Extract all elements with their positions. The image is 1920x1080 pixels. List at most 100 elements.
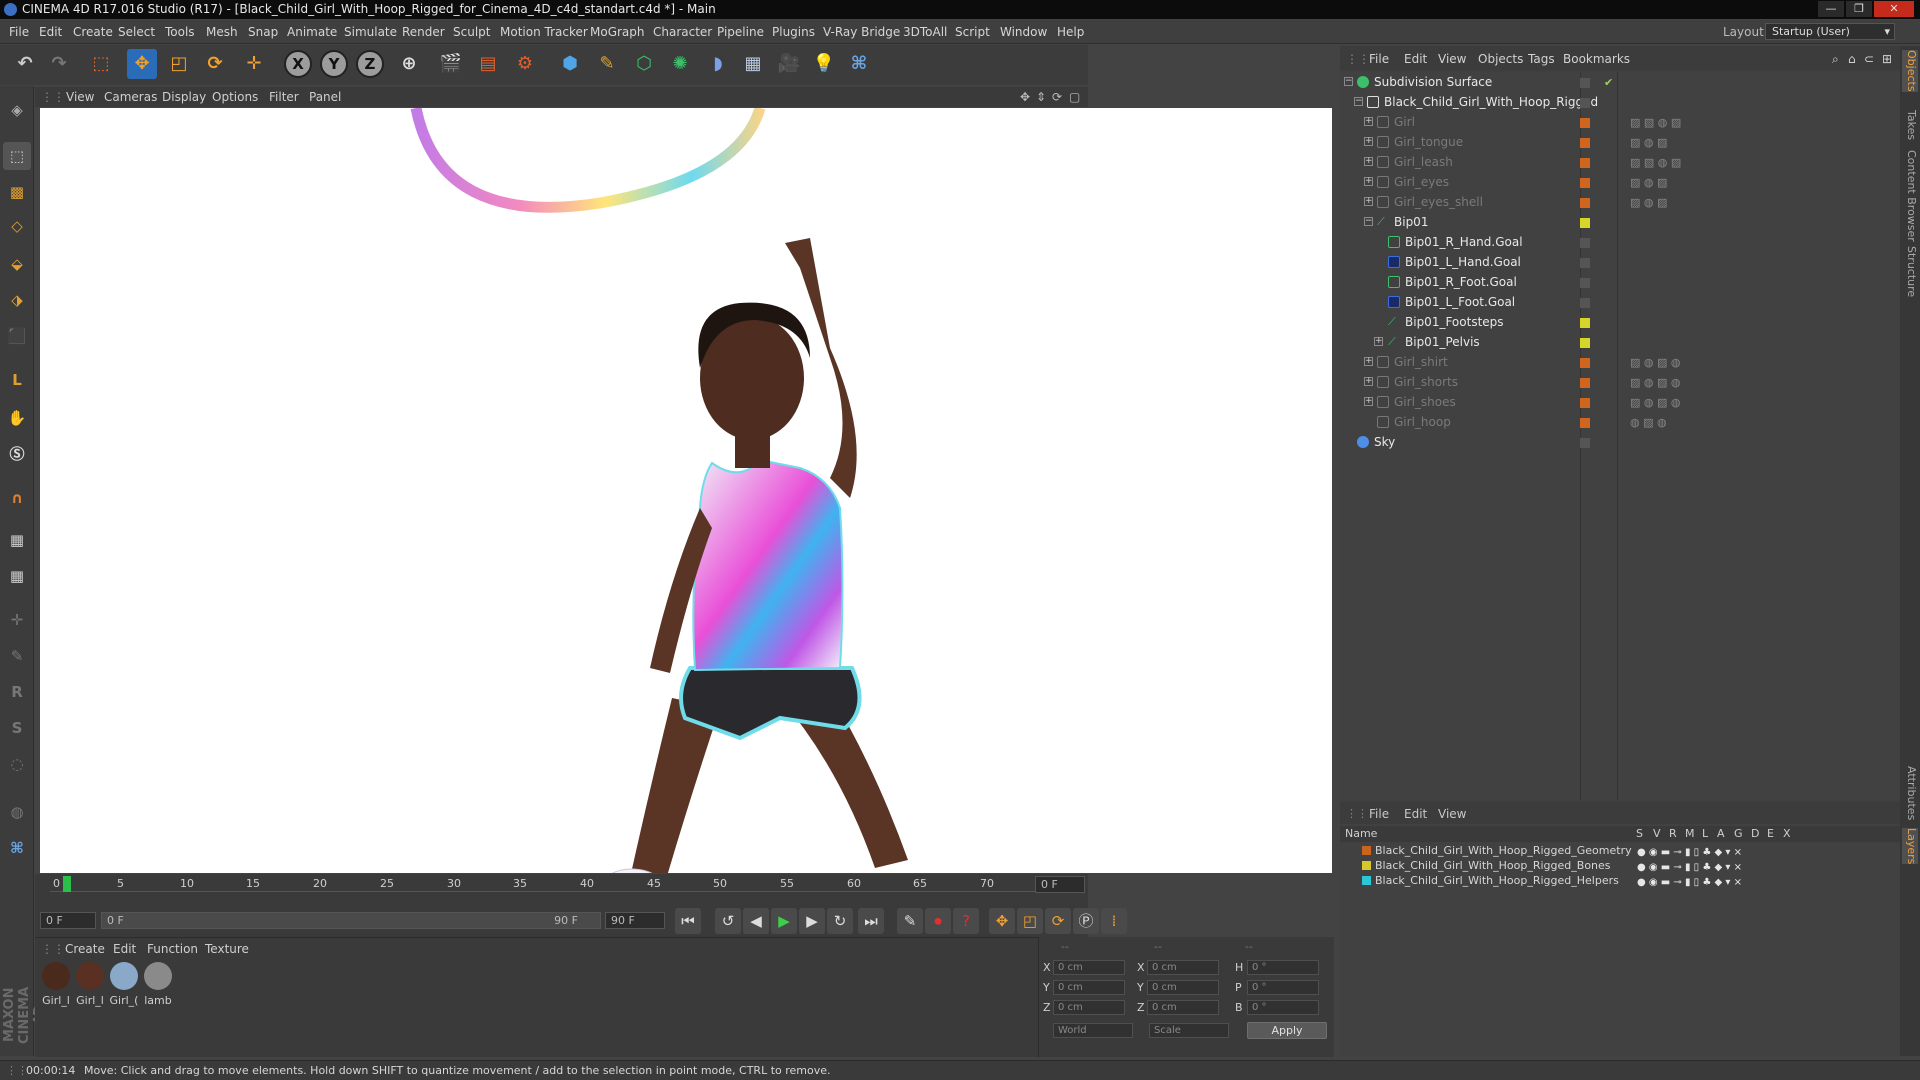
- tweak-mode-icon[interactable]: ✋: [3, 404, 31, 432]
- menu-select[interactable]: Select: [118, 25, 155, 39]
- expand-icon[interactable]: +: [1364, 197, 1373, 206]
- layer-row-helpers[interactable]: Black_Child_Girl_With_Hoop_Rigged_Helper…: [1340, 873, 1900, 888]
- size-x-field[interactable]: 0 cm: [1147, 960, 1219, 975]
- next-key-icon[interactable]: ↻: [827, 908, 853, 934]
- floor-icon[interactable]: ▦: [738, 49, 768, 79]
- tab-objects[interactable]: Objects: [1902, 50, 1918, 92]
- menu-script[interactable]: Script: [955, 25, 990, 39]
- array-icon[interactable]: ✺: [665, 49, 695, 79]
- layer-menu-view[interactable]: View: [1438, 807, 1466, 821]
- key-position-icon[interactable]: ✥: [989, 908, 1015, 934]
- autokey-icon[interactable]: ⏺: [925, 908, 951, 934]
- viewport-menu-panel[interactable]: Panel: [309, 90, 341, 104]
- pinch-tool-icon[interactable]: ◍: [3, 798, 31, 826]
- key-rotation-icon[interactable]: ⟳: [1045, 908, 1071, 934]
- z-axis-icon[interactable]: Z: [356, 50, 384, 78]
- object-row-girl-eyes[interactable]: + Girl_eyes ▨ ◍ ▨: [1340, 172, 1900, 192]
- material-swatch[interactable]: [42, 962, 70, 990]
- viewport-menu-view[interactable]: View: [66, 90, 94, 104]
- material-menu-edit[interactable]: Edit: [113, 942, 136, 956]
- om-menu-view[interactable]: View: [1438, 52, 1466, 66]
- object-row-sky[interactable]: Sky: [1340, 432, 1900, 452]
- record-keys-icon[interactable]: ✎: [897, 908, 923, 934]
- python-script-icon[interactable]: ⌘: [3, 834, 31, 862]
- viewport-menu-filter[interactable]: Filter: [269, 90, 299, 104]
- model-mode-icon[interactable]: ⬚: [3, 142, 31, 170]
- home-icon[interactable]: ⌂: [1848, 52, 1856, 66]
- material-swatch[interactable]: [110, 962, 138, 990]
- viewport-rotate-icon[interactable]: ⟳: [1052, 90, 1062, 104]
- scale-icon[interactable]: ◰: [164, 49, 194, 79]
- playhead-marker[interactable]: [63, 876, 71, 892]
- relax-tool-icon[interactable]: R: [3, 678, 31, 706]
- key-scale-icon[interactable]: ◰: [1017, 908, 1043, 934]
- inflate-tool-icon[interactable]: ◌: [3, 750, 31, 778]
- goto-end-icon[interactable]: ⏭: [858, 908, 884, 934]
- expand-icon[interactable]: +: [1364, 137, 1373, 146]
- tab-structure[interactable]: Structure: [1902, 246, 1918, 297]
- material-tags-icon[interactable]: ◍ ▨ ◍: [1630, 416, 1667, 429]
- menu-3dtoall[interactable]: 3DToAll: [903, 25, 947, 39]
- layer-flags-icon[interactable]: ● ◉ ▬ ⊸ ▮ ▯ ♣ ◆ ▾ ⨯: [1637, 875, 1742, 890]
- light-icon[interactable]: 💡: [809, 49, 839, 79]
- texture-mode-icon[interactable]: ▩: [3, 178, 31, 206]
- keyframe-selection-icon[interactable]: ?: [953, 908, 979, 934]
- minimize-button[interactable]: —: [1818, 1, 1844, 17]
- viewport-maximize-icon[interactable]: ▢: [1069, 90, 1080, 104]
- x-axis-icon[interactable]: X: [284, 50, 312, 78]
- smooth-tool-icon[interactable]: S: [3, 714, 31, 742]
- make-editable-icon[interactable]: ◈: [3, 96, 31, 124]
- pen-icon[interactable]: ✎: [592, 49, 622, 79]
- close-button[interactable]: ✕: [1874, 1, 1914, 17]
- object-row-girl-shirt[interactable]: + Girl_shirt ▨ ◍ ▨ ◍: [1340, 352, 1900, 372]
- menu-sculpt[interactable]: Sculpt: [453, 25, 490, 39]
- brush-tool-icon[interactable]: ✎: [3, 642, 31, 670]
- expand-icon[interactable]: +: [1364, 377, 1373, 386]
- material-swatch[interactable]: [144, 962, 172, 990]
- key-pla-icon[interactable]: ⁞: [1101, 908, 1127, 934]
- viewport-menu-cameras[interactable]: Cameras: [104, 90, 157, 104]
- object-row-girl-tongue[interactable]: + Girl_tongue ▨ ◍ ▨: [1340, 132, 1900, 152]
- menu-simulate[interactable]: Simulate: [344, 25, 397, 39]
- material-tags-icon[interactable]: ▨ ◍ ▨: [1630, 196, 1667, 209]
- snap-icon[interactable]: Ⓢ: [3, 440, 31, 468]
- previous-frame-icon[interactable]: ◀: [743, 908, 769, 934]
- menu-mograph[interactable]: MoGraph: [590, 25, 645, 39]
- menu-snap[interactable]: Snap: [248, 25, 278, 39]
- layer-row-bones[interactable]: Black_Child_Girl_With_Hoop_Rigged_Bones …: [1340, 858, 1900, 873]
- material-swatch[interactable]: [76, 962, 104, 990]
- material-menu-function[interactable]: Function: [147, 942, 198, 956]
- viewport-pan-icon[interactable]: ✥: [1020, 90, 1030, 104]
- enabled-check-icon[interactable]: ✔: [1604, 76, 1613, 89]
- object-row-bip01[interactable]: − ⟋ Bip01: [1340, 212, 1900, 232]
- tab-attributes[interactable]: Attributes: [1902, 766, 1918, 820]
- material-menu-create[interactable]: Create: [65, 942, 105, 956]
- object-row-bip01-pelvis[interactable]: + ⟋ Bip01_Pelvis: [1340, 332, 1900, 352]
- position-x-field[interactable]: 0 cm: [1053, 960, 1125, 975]
- layer-menu-file[interactable]: File: [1369, 807, 1389, 821]
- collapse-icon[interactable]: −: [1344, 77, 1353, 86]
- transform-mode-dropdown[interactable]: Scale: [1149, 1023, 1229, 1038]
- om-menu-tags[interactable]: Tags: [1528, 52, 1555, 66]
- menu-vray-bridge[interactable]: V-Ray Bridge: [823, 25, 900, 39]
- y-axis-icon[interactable]: Y: [320, 50, 348, 78]
- end-frame-field[interactable]: 90 F: [605, 912, 665, 929]
- expand-icon[interactable]: +: [1364, 177, 1373, 186]
- expand-icon[interactable]: +: [1364, 397, 1373, 406]
- new-window-icon[interactable]: ⊞: [1882, 52, 1892, 66]
- points-mode-icon[interactable]: ⬙: [3, 250, 31, 278]
- search-icon[interactable]: ⌕: [1832, 52, 1839, 67]
- menu-mesh[interactable]: Mesh: [206, 25, 238, 39]
- object-row-girl-leash[interactable]: + Girl_leash ▨ ▧ ◍ ▨: [1340, 152, 1900, 172]
- collapse-icon[interactable]: −: [1354, 97, 1363, 106]
- viewport-zoom-icon[interactable]: ⇕: [1036, 90, 1046, 104]
- key-parameter-icon[interactable]: Ⓟ: [1073, 908, 1099, 934]
- recent-tools-icon[interactable]: ✛: [239, 49, 269, 79]
- undo-icon[interactable]: ↶: [10, 49, 40, 79]
- layout-dropdown[interactable]: Startup (User) ▾: [1765, 23, 1895, 40]
- object-row-bip01-l-hand-goal[interactable]: Bip01_L_Hand.Goal: [1340, 252, 1900, 272]
- menu-pipeline[interactable]: Pipeline: [717, 25, 764, 39]
- expand-icon[interactable]: +: [1364, 357, 1373, 366]
- rotate-icon[interactable]: ⟳: [200, 49, 230, 79]
- material-tags-icon[interactable]: ▨ ◍ ▨ ◍: [1630, 396, 1680, 409]
